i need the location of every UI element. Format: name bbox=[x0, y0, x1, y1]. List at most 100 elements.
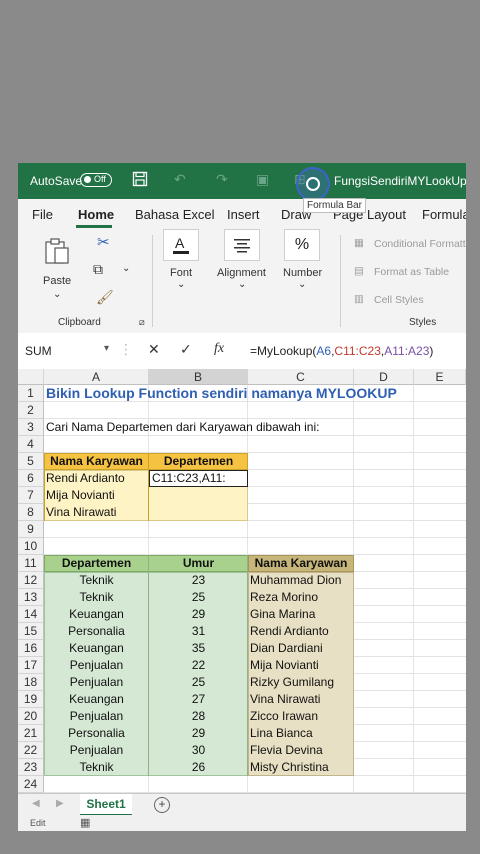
add-sheet-icon[interactable]: + bbox=[154, 797, 170, 813]
row-header[interactable]: 1 bbox=[18, 385, 44, 402]
tab-formulas[interactable]: Formulas bbox=[422, 207, 466, 222]
table-cell-employee-name[interactable]: Vina Nirawati bbox=[248, 691, 354, 708]
cancel-icon[interactable]: ✕ bbox=[148, 341, 160, 358]
row-header[interactable]: 6 bbox=[18, 470, 44, 487]
table-cell-department[interactable]: Personalia bbox=[44, 623, 149, 640]
table-cell-employee-name[interactable]: Muhammad Dion bbox=[248, 572, 354, 589]
table-cell-department[interactable]: Keuangan bbox=[44, 606, 149, 623]
table-cell-age[interactable]: 27 bbox=[149, 691, 248, 708]
row-header[interactable]: 9 bbox=[18, 521, 44, 538]
row-header[interactable]: 4 bbox=[18, 436, 44, 453]
table-cell-department[interactable]: Teknik bbox=[44, 589, 149, 606]
row-header[interactable]: 2 bbox=[18, 402, 44, 419]
table-cell-department[interactable]: Penjualan bbox=[44, 708, 149, 725]
table-cell-age[interactable]: 26 bbox=[149, 759, 248, 776]
save-icon[interactable] bbox=[132, 171, 148, 190]
sheet-tab-sheet1[interactable]: Sheet1 bbox=[80, 794, 132, 816]
tab-home[interactable]: Home bbox=[78, 207, 114, 222]
row-header[interactable]: 18 bbox=[18, 674, 44, 691]
font-chevron-icon[interactable]: ⌄ bbox=[177, 279, 185, 290]
cell-styles-icon[interactable]: ▥ bbox=[354, 293, 364, 305]
alignment-chevron-icon[interactable]: ⌄ bbox=[238, 279, 246, 290]
table-cell-age[interactable]: 23 bbox=[149, 572, 248, 589]
paste-icon[interactable] bbox=[44, 237, 70, 265]
row-header[interactable]: 21 bbox=[18, 725, 44, 742]
table-cell-department[interactable]: Penjualan bbox=[44, 657, 149, 674]
column-header-c[interactable]: C bbox=[248, 369, 354, 385]
layout-icon[interactable]: ▣ bbox=[256, 171, 269, 188]
row-header[interactable]: 15 bbox=[18, 623, 44, 640]
tab-file[interactable]: File bbox=[32, 207, 53, 222]
table-cell-employee-name[interactable]: Zicco Irawan bbox=[248, 708, 354, 725]
format-table-icon[interactable]: ▤ bbox=[354, 265, 364, 277]
column-header-a[interactable]: A bbox=[44, 369, 149, 385]
row-header[interactable]: 22 bbox=[18, 742, 44, 759]
table-cell-age[interactable]: 22 bbox=[149, 657, 248, 674]
tab-bahasa-excel[interactable]: Bahasa Excel bbox=[135, 207, 215, 222]
table-cell-employee-name[interactable]: Dian Dardiani bbox=[248, 640, 354, 657]
row-header[interactable]: 24 bbox=[18, 776, 44, 793]
table-cell-age[interactable]: 31 bbox=[149, 623, 248, 640]
row-header[interactable]: 17 bbox=[18, 657, 44, 674]
table-header-department[interactable]: Departemen bbox=[44, 555, 149, 572]
active-cell-editor[interactable]: C11:C23,A11: bbox=[149, 470, 248, 487]
row-header[interactable]: 3 bbox=[18, 419, 44, 436]
lookup-name-cell[interactable]: Vina Nirawati bbox=[44, 504, 149, 521]
enter-icon[interactable]: ✓ bbox=[180, 341, 192, 358]
column-header-d[interactable]: D bbox=[354, 369, 414, 385]
table-header-employee-name[interactable]: Nama Karyawan bbox=[248, 555, 354, 572]
table-cell-department[interactable]: Personalia bbox=[44, 725, 149, 742]
table-cell-employee-name[interactable]: Rendi Ardianto bbox=[248, 623, 354, 640]
table-cell-age[interactable]: 35 bbox=[149, 640, 248, 657]
row-header[interactable]: 7 bbox=[18, 487, 44, 504]
table-cell-age[interactable]: 29 bbox=[149, 606, 248, 623]
table-cell-age[interactable]: 28 bbox=[149, 708, 248, 725]
lookup-header-department[interactable]: Departemen bbox=[149, 453, 248, 470]
sheet-title[interactable]: Bikin Lookup Function sendiri namanya MY… bbox=[44, 385, 464, 402]
sheet-next-icon[interactable]: ▶ bbox=[56, 798, 64, 809]
row-header[interactable]: 19 bbox=[18, 691, 44, 708]
column-header-b[interactable]: B bbox=[149, 369, 248, 385]
copy-icon[interactable]: ⧉ bbox=[93, 261, 103, 278]
select-all-corner[interactable] bbox=[18, 369, 44, 385]
table-cell-department[interactable]: Penjualan bbox=[44, 742, 149, 759]
formula-input[interactable]: =MyLookup(A6,C11:C23,A11:A23) bbox=[250, 344, 433, 358]
table-cell-employee-name[interactable]: Gina Marina bbox=[248, 606, 354, 623]
conditional-formatting-icon[interactable]: ▦ bbox=[354, 237, 364, 249]
table-cell-department[interactable]: Teknik bbox=[44, 759, 149, 776]
row-header[interactable]: 13 bbox=[18, 589, 44, 606]
tab-insert[interactable]: Insert bbox=[227, 207, 260, 222]
sheet-prev-icon[interactable]: ◀ bbox=[32, 798, 40, 809]
lookup-name-cell[interactable]: Mija Novianti bbox=[44, 487, 149, 504]
conditional-formatting-label[interactable]: Conditional Formatting bbox=[374, 238, 466, 250]
table-cell-employee-name[interactable]: Mija Novianti bbox=[248, 657, 354, 674]
instruction-text[interactable]: Cari Nama Departemen dari Karyawan dibaw… bbox=[44, 419, 464, 436]
table-cell-employee-name[interactable]: Reza Morino bbox=[248, 589, 354, 606]
undo-icon[interactable]: ↶ bbox=[174, 171, 186, 188]
lookup-header-name[interactable]: Nama Karyawan bbox=[44, 453, 149, 470]
table-header-age[interactable]: Umur bbox=[149, 555, 248, 572]
chevron-down-icon[interactable]: ▾ bbox=[104, 343, 109, 354]
row-header[interactable]: 11 bbox=[18, 555, 44, 572]
table-cell-employee-name[interactable]: Misty Christina bbox=[248, 759, 354, 776]
table-cell-employee-name[interactable]: Flevia Devina bbox=[248, 742, 354, 759]
table-cell-department[interactable]: Keuangan bbox=[44, 691, 149, 708]
table-cell-age[interactable]: 29 bbox=[149, 725, 248, 742]
alignment-icon[interactable] bbox=[224, 229, 260, 261]
name-box[interactable]: SUM ▾ bbox=[23, 341, 111, 361]
row-header[interactable]: 8 bbox=[18, 504, 44, 521]
table-cell-age[interactable]: 25 bbox=[149, 589, 248, 606]
cell-styles-label[interactable]: Cell Styles bbox=[374, 294, 424, 306]
table-cell-department[interactable]: Penjualan bbox=[44, 674, 149, 691]
paste-chevron-icon[interactable]: ⌄ bbox=[53, 289, 61, 300]
number-chevron-icon[interactable]: ⌄ bbox=[298, 279, 306, 290]
redo-icon[interactable]: ↷ bbox=[216, 171, 228, 188]
table-cell-department[interactable]: Keuangan bbox=[44, 640, 149, 657]
table-cell-employee-name[interactable]: Rizky Gumilang bbox=[248, 674, 354, 691]
row-header[interactable]: 12 bbox=[18, 572, 44, 589]
font-label[interactable]: Font bbox=[170, 267, 192, 279]
row-header[interactable]: 14 bbox=[18, 606, 44, 623]
number-label[interactable]: Number bbox=[283, 267, 322, 279]
number-icon[interactable]: % bbox=[284, 229, 320, 261]
format-table-label[interactable]: Format as Table bbox=[374, 266, 449, 278]
